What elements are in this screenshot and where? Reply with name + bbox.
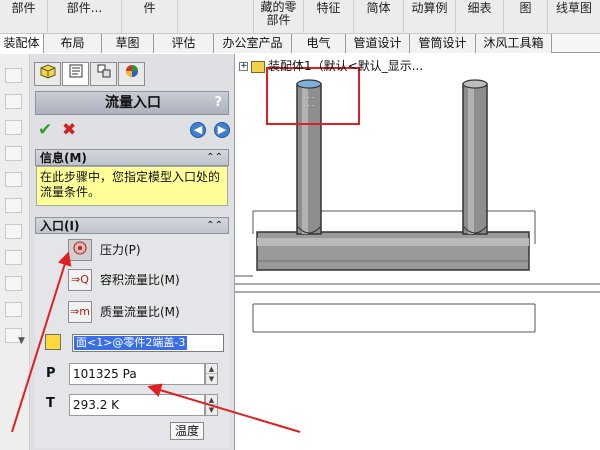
annotation-arrows xyxy=(11,251,301,433)
solidworks-window: 部件 部件... 件 藏的零 部件 特征 简体 动算例 细表 图 线草图 装配体… xyxy=(0,0,600,450)
